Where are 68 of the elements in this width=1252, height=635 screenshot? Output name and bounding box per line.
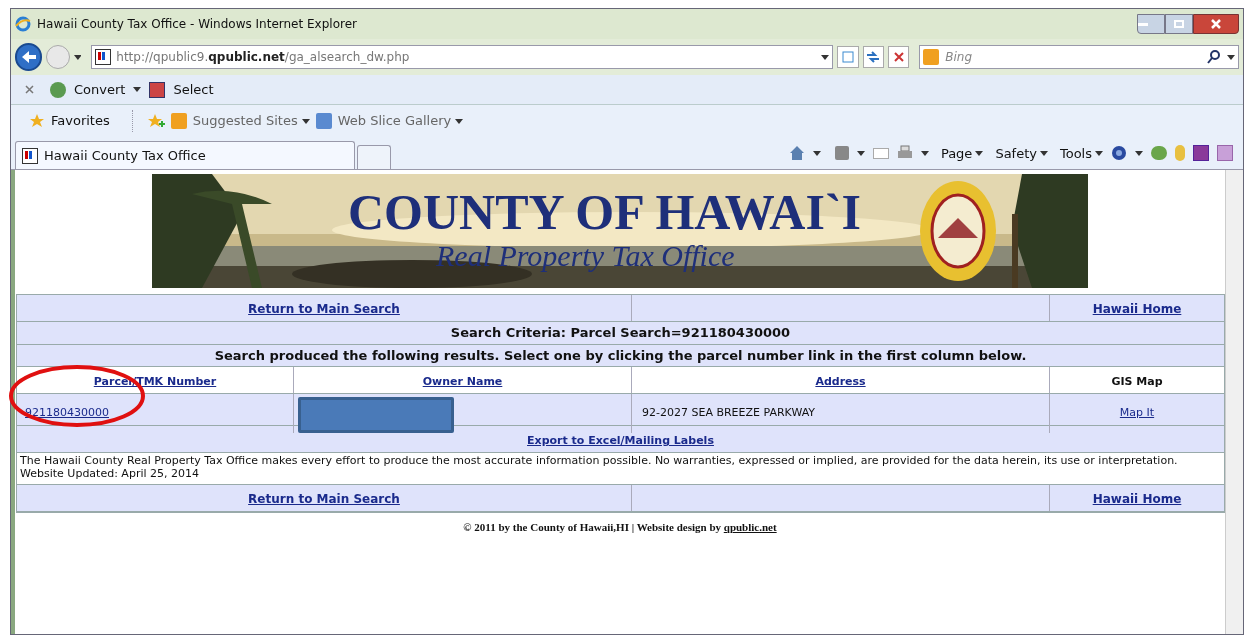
copyright: © 2011 by the County of Hawaii,HI | Website design by qpublic.net — [463, 520, 777, 535]
address-field[interactable]: http://qpublic9.qpublic.net/ga_alsearch_dw.php — [91, 45, 834, 69]
back-arrow-icon — [21, 51, 36, 63]
close-button[interactable] — [1193, 14, 1239, 34]
caret-icon — [73, 54, 82, 60]
table-cell: 92-2027 SEA BREEZE PARKWAY — [642, 405, 816, 422]
map-link[interactable]: Map It — [1119, 405, 1155, 422]
column-header-link[interactable]: Address — [815, 375, 866, 388]
main-search-link[interactable]: Return to Main Search — [248, 302, 400, 316]
stop-icon[interactable] — [887, 46, 910, 68]
star-icon — [29, 113, 45, 129]
page-icon — [170, 113, 187, 129]
help-icon[interactable] — [1111, 145, 1127, 162]
window-title: Hawaii County Tax Office - Windows Internet Explorer — [37, 16, 357, 33]
main-search-link[interactable]: Return to Main Search — [248, 492, 400, 506]
caret-icon — [1135, 150, 1143, 156]
convert-button[interactable]: Convert — [74, 79, 126, 100]
select-button[interactable]: Select — [173, 79, 214, 100]
search-placeholder: Bing — [945, 49, 973, 66]
caret-icon — [1227, 54, 1235, 60]
mail-icon[interactable] — [872, 147, 889, 159]
search-criteria: Search Criteria: Parcel Search=921180430000 — [17, 322, 1224, 345]
caret-icon — [301, 118, 310, 124]
column-header-link[interactable]: Owner Name — [422, 375, 503, 388]
caret-icon — [812, 150, 821, 156]
export-link[interactable]: Export to Excel/Mailing Labels — [527, 434, 714, 447]
instructions: Search produced the following results. Select one by clicking the parcel number link in the first column below. — [17, 344, 1224, 367]
disclaimer: The Hawaii County Real Property Tax Office makes every effort to produce the most accurate information possible. No warranties, expressed or implied, are provided for the data herein, its use or interpretation. Website Updated: April 25, 2014 — [20, 454, 1179, 480]
banner-title: COUNTY OF HAWAI`I — [348, 184, 861, 240]
site-icon — [22, 147, 38, 164]
new-tab-button[interactable] — [357, 145, 391, 169]
command-menu[interactable]: Safety — [995, 143, 1048, 163]
refresh-icon[interactable] — [862, 46, 884, 68]
parcel-link[interactable]: 921180430000 — [25, 405, 109, 422]
county-seal-icon — [918, 178, 998, 284]
qpublic-link[interactable]: qpublic.net — [723, 521, 777, 533]
minimize-icon — [1138, 22, 1148, 26]
bing-icon — [923, 49, 940, 65]
command-menu[interactable]: Page — [940, 143, 984, 163]
favorites-item[interactable]: Favorites — [51, 111, 110, 131]
caret-icon — [975, 150, 984, 156]
url-text: http://qpublic9.qpublic.net/ga_alsearch_dw.php — [116, 49, 410, 66]
favorites-item[interactable]: Web Slice Gallery — [337, 111, 464, 131]
site-icon — [95, 49, 112, 65]
browser-logo-icon — [15, 16, 31, 32]
minimize-button[interactable] — [1137, 14, 1165, 34]
favorites-item[interactable]: Suggested Sites — [192, 111, 310, 131]
maximize-icon — [1174, 20, 1184, 28]
caret-icon — [1095, 150, 1103, 156]
home-icon[interactable] — [788, 145, 805, 162]
search-field[interactable]: Bing — [919, 45, 1239, 69]
caret-icon — [455, 118, 464, 124]
search-icon — [1207, 50, 1221, 64]
caret-icon — [856, 150, 865, 156]
page-icon — [315, 113, 332, 129]
back-button[interactable] — [15, 43, 43, 71]
caret-icon — [821, 54, 830, 60]
caret-icon — [1039, 150, 1048, 156]
add-favorite-icon[interactable] — [146, 113, 165, 129]
caret-icon — [133, 87, 142, 92]
compatibility-icon[interactable] — [837, 46, 859, 68]
close-icon — [1211, 19, 1221, 29]
browser-tab[interactable]: Hawaii County Tax Office — [15, 141, 355, 169]
close-icon[interactable] — [25, 85, 34, 94]
maximize-button[interactable] — [1165, 14, 1193, 34]
column-header: GIS Map — [1111, 375, 1163, 388]
caret-icon — [920, 150, 929, 156]
command-menu[interactable]: Tools — [1059, 143, 1103, 163]
